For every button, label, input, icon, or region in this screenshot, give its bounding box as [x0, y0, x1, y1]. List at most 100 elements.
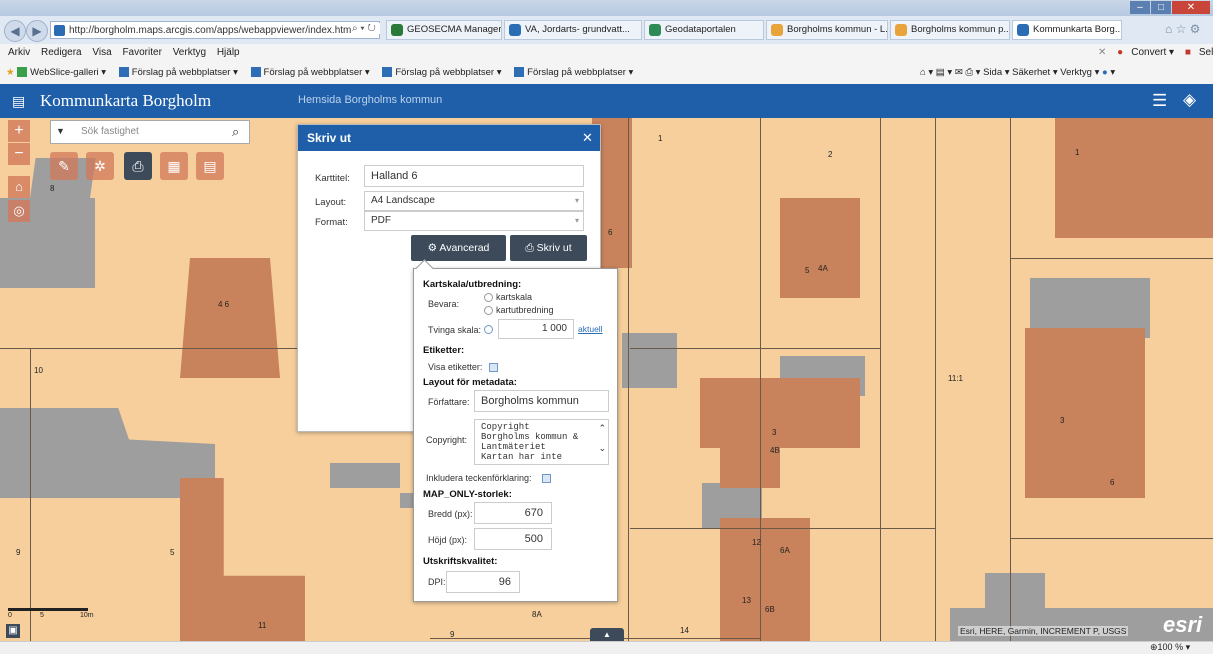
- map-attribution[interactable]: Esri, HERE, Garmin, INCREMENT P, USGS: [958, 626, 1129, 636]
- fav-item[interactable]: Förslag på webbplatser ▾: [514, 62, 633, 84]
- copyright-textarea[interactable]: Copyright Borgholms kommun & Lantmäterie…: [474, 419, 609, 465]
- fav-item[interactable]: WebSlice-galleri ▾: [17, 62, 106, 84]
- layout-tool-icon[interactable]: ▦: [160, 152, 188, 180]
- app-title: Kommunkarta Borgholm: [40, 91, 212, 110]
- tab-borgholm-1[interactable]: Borgholms kommun - L...: [766, 20, 888, 40]
- homepage-link[interactable]: Hemsida Borgholms kommun: [298, 94, 442, 106]
- convert-select-group: ✕ ●Convert ▾ ■Select: [1090, 44, 1213, 62]
- overview-map-icon[interactable]: ▣: [6, 624, 20, 638]
- convert-button[interactable]: Convert: [1131, 47, 1166, 58]
- layers-icon[interactable]: ◈: [1183, 90, 1196, 110]
- copyright-label: Copyright:: [426, 435, 468, 445]
- height-input[interactable]: 500: [474, 528, 552, 550]
- locate-icon[interactable]: ◎: [8, 200, 30, 222]
- parcel-label: 11: [258, 621, 267, 630]
- zoom-out-icon[interactable]: −: [8, 143, 30, 165]
- width-input[interactable]: 670: [474, 502, 552, 524]
- layout-select[interactable]: A4 Landscape ▾: [364, 191, 584, 211]
- parcel-line: [0, 348, 300, 349]
- menu-visa[interactable]: Visa: [92, 47, 111, 58]
- home-star-gear-icon[interactable]: ⌂ ☆ ⚙: [1165, 22, 1200, 36]
- map-title-input[interactable]: Halland 6: [364, 165, 584, 187]
- close-window-icon[interactable]: ✕: [1172, 1, 1210, 14]
- tab-label: Borgholms kommun p...: [911, 24, 1010, 35]
- cmd-verktyg[interactable]: Verktyg: [1060, 67, 1092, 78]
- attribute-table-toggle-icon[interactable]: ▲: [590, 628, 624, 641]
- copyright-line: Borgholms kommun &: [481, 432, 579, 442]
- advanced-button-label: Avancerad: [439, 242, 490, 254]
- search-dropdown-icon[interactable]: ▼: [56, 126, 65, 136]
- tab-favicon-icon: [1017, 24, 1029, 36]
- cmd-sida[interactable]: Sida: [983, 67, 1002, 78]
- help-icon[interactable]: ●: [1102, 67, 1108, 78]
- parcel-label: 12: [752, 538, 761, 547]
- menu-hjalp[interactable]: Hjälp: [217, 47, 240, 58]
- home-extent-icon[interactable]: ⌂: [8, 176, 30, 198]
- menu-redigera[interactable]: Redigera: [41, 47, 82, 58]
- back-icon[interactable]: ◀: [4, 20, 26, 42]
- search-input[interactable]: Sök fastighet: [81, 126, 139, 137]
- fav-label: Förslag på webbplatser: [131, 67, 231, 78]
- current-scale-link[interactable]: aktuell: [578, 324, 603, 334]
- menu-arkiv[interactable]: Arkiv: [8, 47, 30, 58]
- dpi-input[interactable]: 96: [446, 571, 520, 593]
- cmd-sakerhet[interactable]: Säkerhet: [1012, 67, 1050, 78]
- tab-geodataportalen[interactable]: Geodataportalen: [644, 20, 764, 40]
- radio-kartskala[interactable]: [484, 293, 493, 302]
- print-button[interactable]: ⎙ Skriv ut: [510, 235, 587, 261]
- parcel-label: 9: [450, 630, 455, 639]
- url-bar[interactable]: http://borgholm.maps.arcgis.com/apps/web…: [50, 21, 380, 39]
- maximize-icon[interactable]: □: [1151, 1, 1171, 14]
- close-x-icon[interactable]: ✕: [1098, 47, 1106, 58]
- home-icon[interactable]: ⌂ ▾: [920, 67, 933, 78]
- legend-checkbox[interactable]: [542, 474, 551, 483]
- mail-icon[interactable]: ✉: [955, 67, 963, 78]
- print-button-label: Skriv ut: [536, 242, 572, 254]
- measure-tool-icon[interactable]: ▤: [196, 152, 224, 180]
- feeds-icon[interactable]: ▤ ▾: [936, 67, 952, 78]
- parcel-line: [880, 118, 881, 641]
- close-icon[interactable]: ✕: [582, 130, 593, 146]
- tab-label: GEOSECMA Manager: [407, 24, 502, 35]
- advanced-button[interactable]: ⚙ Avancerad: [411, 235, 506, 261]
- draw-tool-icon[interactable]: ✎: [50, 152, 78, 180]
- list-icon[interactable]: ☰: [1152, 91, 1167, 111]
- tab-geosecma[interactable]: GEOSECMA Manager: [386, 20, 502, 40]
- minimize-icon[interactable]: –: [1130, 1, 1150, 14]
- force-scale-toggle[interactable]: [484, 325, 493, 334]
- author-input[interactable]: Borgholms kommun: [474, 390, 609, 412]
- search-refresh-icon[interactable]: ⌕ ▾ ↻: [352, 23, 380, 34]
- menu-favoriter[interactable]: Favoriter: [122, 47, 161, 58]
- fav-item[interactable]: Förslag på webbplatser ▾: [118, 62, 238, 84]
- property-search[interactable]: ▼ Sök fastighet ⌕: [50, 120, 250, 144]
- parcel-line: [30, 348, 31, 641]
- radio-kartutbredning[interactable]: [484, 306, 493, 315]
- zoom-in-icon[interactable]: +: [8, 120, 30, 142]
- select-button[interactable]: Select: [1199, 47, 1213, 58]
- zoom-level[interactable]: ⊕100 % ▾: [1150, 642, 1190, 653]
- scale-input[interactable]: 1 000: [498, 319, 574, 339]
- copyright-line: Copyright: [481, 422, 530, 432]
- address-row: ◀ ▶ http://borgholm.maps.arcgis.com/apps…: [0, 16, 1213, 45]
- parcel-label: 13: [742, 596, 751, 605]
- print-tool-icon[interactable]: ⎙: [124, 152, 152, 180]
- advanced-settings-panel: Kartskala/utbredning: Bevara: kartskala …: [413, 259, 618, 602]
- tab-borgholm-2[interactable]: Borgholms kommun p...: [890, 20, 1010, 40]
- menu-verktyg[interactable]: Verktyg: [173, 47, 206, 58]
- fav-item[interactable]: Förslag på webbplatser ▾: [382, 62, 502, 84]
- format-select[interactable]: PDF ▾: [364, 211, 584, 231]
- scroll-up-icon[interactable]: ⌃: [598, 424, 606, 434]
- favorites-star-icon[interactable]: ★: [6, 67, 15, 78]
- tab-kommunkarta[interactable]: Kommunkarta Borg...: [1012, 20, 1122, 40]
- basemap-tool-icon[interactable]: ✲: [86, 152, 114, 180]
- show-labels-checkbox[interactable]: [489, 363, 498, 372]
- app-header: ▤ Kommunkarta Borgholm Hemsida Borgholms…: [0, 84, 1213, 118]
- print-icon[interactable]: ⎙ ▾: [965, 67, 980, 78]
- scroll-down-icon[interactable]: ⌄: [598, 444, 606, 454]
- search-icon[interactable]: ⌕: [232, 124, 239, 140]
- browser-status-bar: ⊕100 % ▾: [0, 641, 1213, 654]
- fav-item[interactable]: Förslag på webbplatser ▾: [250, 62, 370, 84]
- kartskala-label: kartskala: [496, 292, 533, 302]
- forward-icon[interactable]: ▶: [26, 20, 48, 42]
- tab-va-jordarts[interactable]: VA, Jordarts- grundvatt...: [504, 20, 642, 40]
